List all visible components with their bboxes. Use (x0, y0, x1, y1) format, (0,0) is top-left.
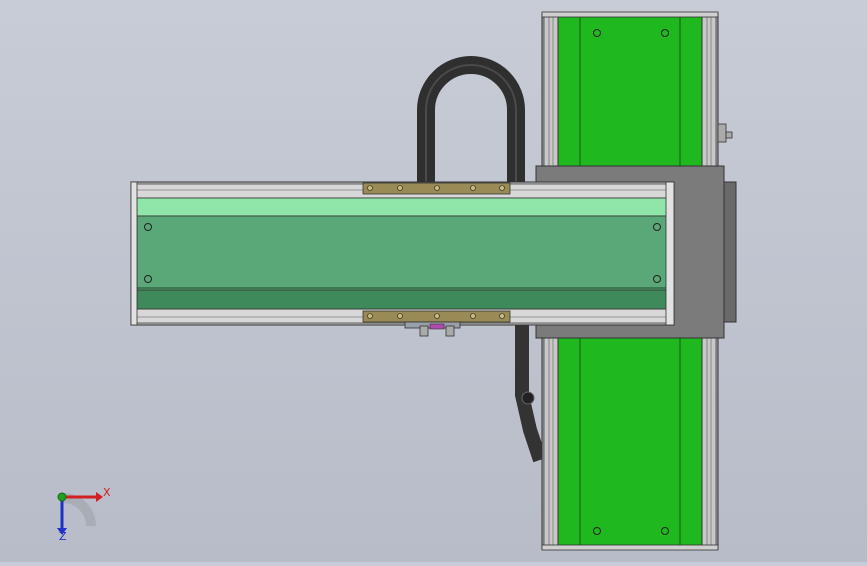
horizontal-module-cover-top (136, 197, 669, 217)
triad-y-axis-origin (57, 492, 67, 502)
horizontal-module-end-cap-right (665, 181, 675, 326)
triad-z-label: Z (59, 530, 67, 543)
cable-chain-pivot (521, 391, 535, 405)
cable-chain-lower (515, 320, 547, 463)
screw (593, 527, 601, 535)
triad-shadow (62, 493, 96, 527)
screw (144, 275, 152, 283)
screw (653, 223, 661, 231)
vertical-module-end-cap-bottom (541, 544, 719, 551)
limit-sensor (717, 123, 733, 143)
carriage-block-side (723, 181, 737, 323)
triad-x-label: X (103, 486, 111, 499)
horizontal-linear-module (130, 181, 675, 337)
cable-chain-loop (417, 56, 525, 185)
screw (661, 527, 669, 535)
horizontal-module-cover-bottom (136, 289, 669, 310)
triad-x-arrowhead (96, 492, 103, 502)
screw (653, 275, 661, 283)
assembly-drawing (57, 11, 737, 551)
coordinate-triad (57, 492, 103, 535)
slider-block-top (362, 182, 511, 195)
screw (593, 29, 601, 37)
slider-block-bottom (362, 310, 511, 323)
horizontal-module-cover (136, 215, 669, 291)
horizontal-module-end-cap-left (130, 181, 138, 326)
mounting-bracket (404, 321, 461, 337)
cad-viewport[interactable]: X Z (0, 0, 867, 562)
screw (144, 223, 152, 231)
screw (661, 29, 669, 37)
vertical-module-end-cap-top (541, 11, 719, 18)
